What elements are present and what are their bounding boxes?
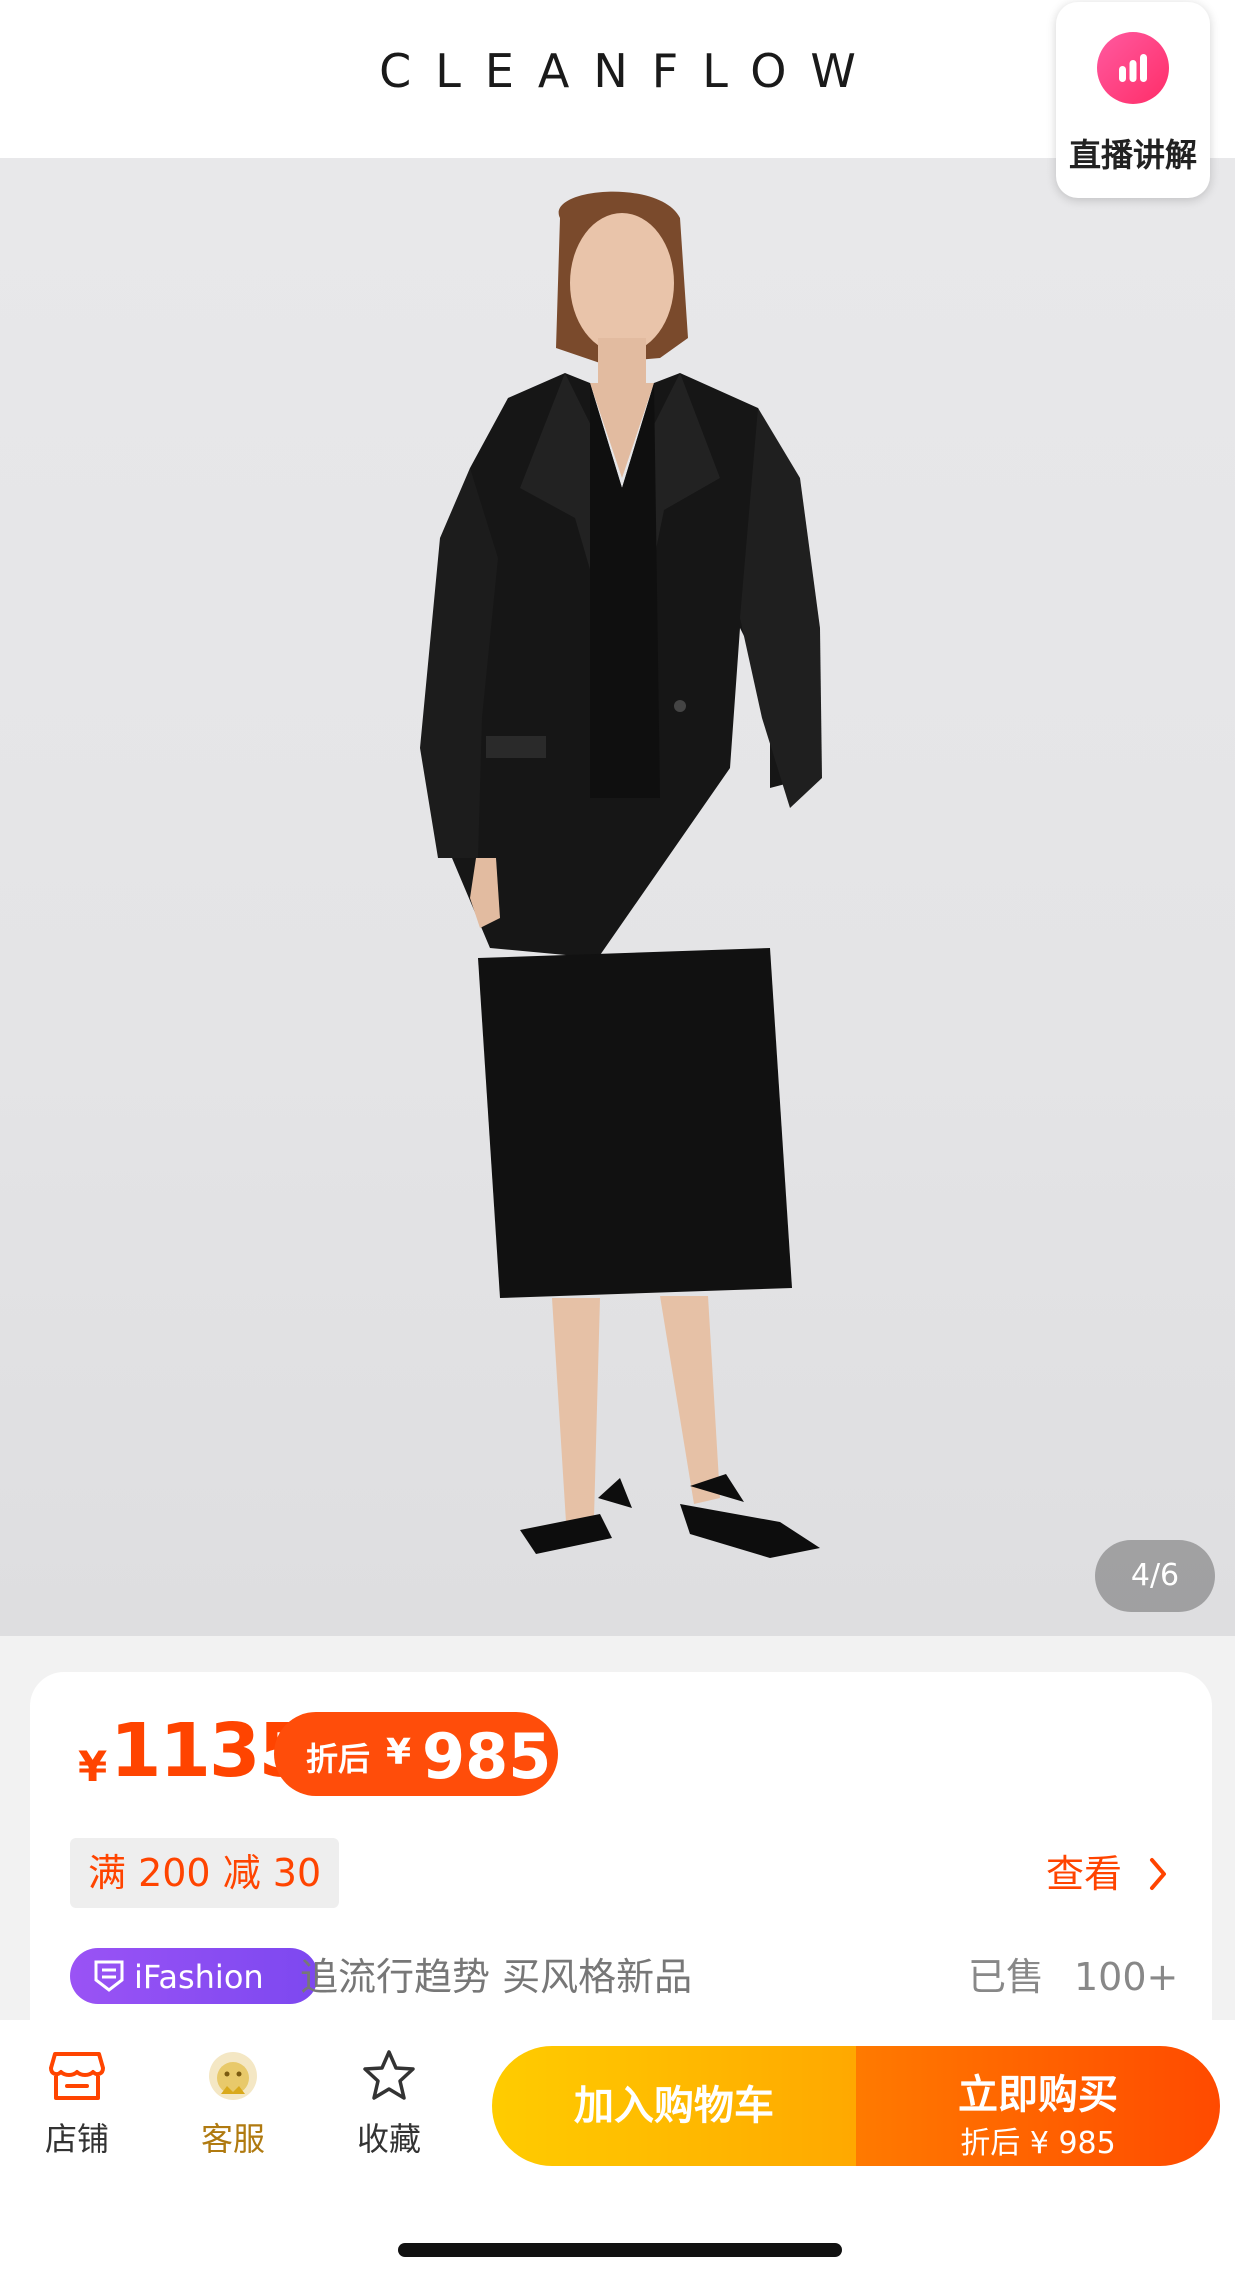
header: CLEANFLOW	[0, 0, 1235, 158]
star-icon	[363, 2050, 415, 2100]
tab-favorite[interactable]: 收藏	[334, 2048, 444, 2160]
tab-store-label: 店铺	[44, 2120, 109, 2158]
add-to-cart-button[interactable]: 加入购物车	[492, 2046, 856, 2166]
customer-service-icon	[209, 2052, 257, 2100]
ifashion-label: iFashion	[134, 1958, 264, 1996]
home-indicator[interactable]	[398, 2243, 842, 2257]
buy-now-label: 立即购买	[958, 2072, 1118, 2118]
product-photo	[420, 191, 822, 1558]
coupon-tag[interactable]: 满 200 减 30	[70, 1838, 340, 1908]
discount-price-value: 985	[422, 1720, 552, 1793]
brand-title: CLEANFLOW	[379, 44, 880, 98]
tab-customer-service-label: 客服	[200, 2120, 265, 2158]
live-explain-button[interactable]: 直播讲解	[1056, 2, 1210, 198]
image-counter: 4/6	[1095, 1540, 1215, 1612]
tab-favorite-label: 收藏	[356, 2120, 421, 2158]
discount-currency: ¥	[386, 1732, 412, 1773]
discount-price-badge: 折后 ¥ 985	[274, 1712, 558, 1796]
sold-label: 已售	[968, 1955, 1045, 1999]
tab-customer-service[interactable]: 客服	[178, 2048, 288, 2160]
chevron-right-icon	[1150, 1858, 1166, 1890]
price-currency: ¥	[78, 1742, 108, 1791]
buy-now-discount: 折后 ¥ 985	[960, 2126, 1116, 2161]
product-image-gallery[interactable]: 4/6	[0, 158, 1235, 1636]
discount-label: 折后	[306, 1740, 371, 1778]
buy-now-button[interactable]: 立即购买 折后 ¥ 985	[856, 2046, 1220, 2166]
product-page: CLEANFLOW 直播讲解 4/6 ¥ 1135 折后 ¥ 985 满 200…	[0, 0, 1235, 2286]
slogan-text: 追流行趋势 买风格新品	[300, 1955, 693, 1999]
ifashion-logo-icon	[94, 1960, 124, 1992]
ifashion-badge[interactable]: iFashion	[70, 1948, 318, 2004]
sold-count: 100+	[1074, 1955, 1179, 1999]
live-bars-icon	[1097, 32, 1169, 104]
live-explain-label: 直播讲解	[1068, 136, 1197, 174]
tab-store[interactable]: 店铺	[22, 2048, 132, 2160]
store-icon	[49, 2052, 105, 2100]
view-coupons-link[interactable]: 查看	[1046, 1844, 1122, 1904]
